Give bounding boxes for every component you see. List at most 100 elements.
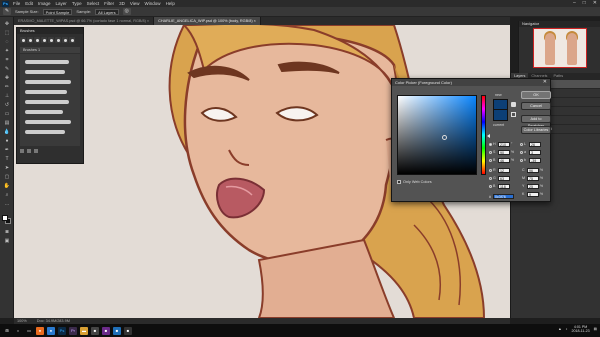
menu-edit[interactable]: Edit	[25, 0, 33, 7]
brush-stroke-preview[interactable]	[25, 70, 65, 74]
red-field[interactable]: R 12	[489, 167, 510, 173]
eraser-tool-icon[interactable]: ▭	[3, 111, 11, 118]
lightness-input[interactable]: 26	[529, 141, 541, 147]
app-icon[interactable]: ■	[113, 326, 121, 335]
folder-icon[interactable]	[27, 149, 31, 153]
type-tool-icon[interactable]: T	[3, 156, 11, 163]
menu-window[interactable]: Window	[145, 0, 161, 7]
more-tools-icon[interactable]: …	[3, 201, 11, 208]
brush-stroke-preview[interactable]	[25, 120, 71, 124]
foreground-color-swatch[interactable]	[2, 215, 8, 221]
blue-field[interactable]: B 118	[489, 183, 510, 189]
brush-folder[interactable]: Brushes 1	[20, 47, 80, 53]
blue-radio[interactable]	[489, 184, 492, 188]
brightness-field[interactable]: B 46 %	[489, 157, 516, 163]
firefox-icon[interactable]: ●	[36, 326, 44, 335]
sample-ring-icon[interactable]: ◎	[122, 8, 131, 15]
black-field[interactable]: K 9 %	[522, 191, 545, 197]
clock[interactable]: 4:01 PM 2018-11-23	[571, 325, 589, 333]
ok-button[interactable]: OK	[521, 91, 551, 99]
new-brush-icon[interactable]	[20, 149, 24, 153]
only-web-colors-checkbox[interactable]	[397, 180, 401, 184]
saturation-field[interactable]: S 90 %	[489, 149, 516, 155]
hue-slider-arrow[interactable]	[487, 134, 490, 138]
screen-mode-icon[interactable]: ▣	[3, 238, 11, 245]
hex-field[interactable]: # 0c3f76	[489, 194, 514, 199]
menu-filter[interactable]: Filter	[104, 0, 114, 7]
tab-charlie-angelica[interactable]: CHARLIE_ANGELICA_WIP.psd @ 100% (body, R…	[154, 17, 261, 25]
brush-tip[interactable]	[62, 37, 68, 43]
navigator-thumbnail[interactable]	[533, 28, 587, 68]
healing-brush-tool-icon[interactable]: ✚	[3, 75, 11, 82]
lab-a-radio[interactable]	[520, 150, 523, 154]
lab-b-radio[interactable]	[520, 158, 523, 162]
cyan-input[interactable]: 96	[527, 167, 539, 173]
hand-tool-icon[interactable]: ✋	[3, 183, 11, 190]
dodge-tool-icon[interactable]: ●	[3, 138, 11, 145]
maximize-button[interactable]: □	[583, 0, 586, 7]
red-input[interactable]: 12	[498, 167, 510, 173]
brightness-radio[interactable]	[489, 158, 492, 162]
hue-radio[interactable]	[489, 142, 492, 146]
menu-layer[interactable]: Layer	[56, 0, 67, 7]
move-tool-icon[interactable]: ✥	[3, 21, 11, 28]
menu-3d[interactable]: 3D	[119, 0, 125, 7]
black-input[interactable]: 9	[527, 191, 539, 197]
quick-select-tool-icon[interactable]: ✦	[3, 48, 11, 55]
brush-tool-icon[interactable]: ✏	[3, 84, 11, 91]
premiere-icon[interactable]: Pr	[69, 326, 77, 335]
hex-input[interactable]: 0c3f76	[493, 194, 514, 199]
green-input[interactable]: 63	[498, 175, 510, 181]
task-view-icon[interactable]: ▭	[25, 327, 33, 335]
hue-slider[interactable]	[481, 95, 486, 175]
pen-tool-icon[interactable]: ✒	[3, 147, 11, 154]
brush-stroke-preview[interactable]	[25, 60, 69, 64]
brush-tip[interactable]	[69, 37, 75, 43]
green-field[interactable]: G 63	[489, 175, 510, 181]
marquee-tool-icon[interactable]: ⬚	[3, 30, 11, 37]
brush-tip[interactable]	[41, 37, 47, 43]
menu-help[interactable]: Help	[166, 0, 175, 7]
app-icon[interactable]: ■	[102, 326, 110, 335]
lab-a-field[interactable]: a 3	[520, 149, 541, 155]
hue-field[interactable]: H 210 °	[489, 141, 516, 147]
gradient-tool-icon[interactable]: ▤	[3, 120, 11, 127]
brush-tip[interactable]	[55, 37, 61, 43]
brush-tip[interactable]	[34, 37, 40, 43]
search-icon[interactable]: ○	[14, 327, 22, 335]
blue-input[interactable]: 118	[498, 183, 510, 189]
tab-paths[interactable]: Paths	[550, 73, 566, 80]
eyedropper-tool-icon[interactable]: ✎	[3, 66, 11, 73]
history-brush-tool-icon[interactable]: ↺	[3, 102, 11, 109]
chrome-icon[interactable]: ●	[47, 326, 55, 335]
close-window-button[interactable]: ✕	[593, 0, 597, 7]
brush-stroke-preview[interactable]	[25, 90, 67, 94]
file-explorer-icon[interactable]: ▬	[80, 326, 88, 335]
color-libraries-button[interactable]: Color Libraries	[521, 126, 551, 134]
green-radio[interactable]	[489, 176, 492, 180]
app-icon[interactable]: ■	[91, 326, 99, 335]
red-radio[interactable]	[489, 168, 492, 172]
volume-icon[interactable]: ♪	[566, 327, 568, 331]
brush-stroke-preview[interactable]	[25, 100, 69, 104]
tab-erasmo-malette[interactable]: ERASMO_MALETTE_WIPAS.psd @ 66.7% (cortad…	[14, 17, 155, 25]
color-field[interactable]	[397, 95, 477, 175]
add-to-swatches-button[interactable]: Add to Swatches	[521, 115, 551, 128]
saturation-radio[interactable]	[489, 150, 492, 154]
brush-stroke-preview[interactable]	[25, 130, 65, 134]
lab-b-field[interactable]: b -39	[520, 157, 541, 163]
menu-type[interactable]: Type	[72, 0, 82, 7]
app-icon[interactable]: ■	[124, 326, 132, 335]
menu-image[interactable]: Image	[38, 0, 51, 7]
web-safe-cube-icon[interactable]	[511, 112, 516, 117]
lasso-tool-icon[interactable]: ◌	[3, 39, 11, 46]
brush-stroke-preview[interactable]	[25, 110, 63, 114]
magenta-input[interactable]: 75	[527, 175, 539, 181]
hue-input[interactable]: 210	[498, 141, 510, 147]
crop-tool-icon[interactable]: ⌗	[3, 57, 11, 64]
quick-mask-icon[interactable]: ◙	[3, 229, 11, 236]
sample-select[interactable]: All Layers	[95, 8, 119, 15]
color-field-cursor[interactable]	[442, 135, 447, 140]
brush-tip[interactable]	[48, 37, 54, 43]
trash-icon[interactable]	[34, 149, 38, 153]
